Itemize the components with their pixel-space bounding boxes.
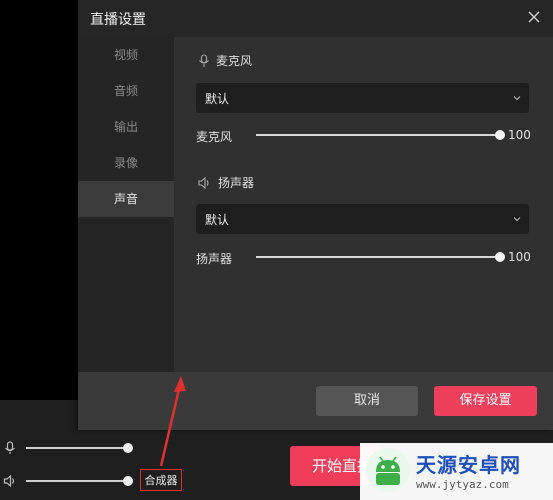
speaker-volume-slider[interactable] [26, 476, 133, 486]
microphone-icon[interactable] [3, 441, 17, 455]
speaker-device-select[interactable]: 默认 [196, 204, 529, 234]
speaker-volume-slider[interactable] [256, 252, 505, 262]
sidebar-item-video[interactable]: 视频 [78, 37, 174, 73]
watermark: 天源安卓网 www.jytyaz.com [360, 443, 553, 500]
cancel-button[interactable]: 取消 [316, 386, 418, 416]
save-settings-button[interactable]: 保存设置 [434, 386, 537, 416]
mic-volume-label: 麦克风 [196, 130, 233, 144]
speaker-section-label: 扬声器 [218, 176, 255, 190]
mic-section-label: 麦克风 [216, 54, 253, 68]
mic-device-value: 默认 [205, 92, 230, 106]
mic-section-title: 麦克风 [198, 52, 252, 69]
speaker-icon [198, 176, 209, 189]
slider-knob[interactable] [495, 252, 505, 262]
live-settings-dialog: 直播设置 视频 音频 输出 录像 声音 麦克风 默认 麦克风 100 扬声器 默… [78, 0, 553, 430]
watermark-name: 天源安卓网 [416, 453, 521, 477]
chevron-down-icon [513, 217, 521, 222]
speaker-icon[interactable] [3, 474, 17, 488]
mic-volume-slider[interactable] [256, 130, 505, 140]
slider-knob[interactable] [495, 130, 505, 140]
chevron-down-icon [513, 96, 521, 101]
sidebar-item-recording[interactable]: 录像 [78, 145, 174, 181]
close-icon[interactable] [527, 10, 541, 24]
video-preview-area [0, 0, 78, 400]
speaker-volume-value: 100 [508, 250, 531, 264]
settings-sidebar: 视频 音频 输出 录像 声音 [78, 37, 174, 372]
microphone-icon [199, 53, 209, 67]
sidebar-item-audio[interactable]: 音频 [78, 73, 174, 109]
sound-settings-panel: 麦克风 默认 麦克风 100 扬声器 默认 扬声器 100 [174, 37, 553, 372]
speaker-volume-label: 扬声器 [196, 252, 233, 266]
android-logo-icon [366, 448, 410, 492]
watermark-url: www.jytyaz.com [416, 478, 509, 491]
mic-device-select[interactable]: 默认 [196, 83, 529, 113]
sidebar-item-output[interactable]: 输出 [78, 109, 174, 145]
dialog-title: 直播设置 [90, 12, 146, 28]
speaker-device-value: 默认 [205, 213, 230, 227]
dialog-header: 直播设置 [78, 0, 553, 37]
speaker-section-title: 扬声器 [198, 174, 254, 191]
slider-knob[interactable] [123, 443, 133, 453]
mixer-button[interactable]: 合成器 [140, 469, 182, 491]
dialog-footer: 取消 保存设置 [78, 372, 553, 430]
slider-knob[interactable] [123, 476, 133, 486]
mic-volume-value: 100 [508, 128, 531, 142]
sidebar-item-sound[interactable]: 声音 [78, 181, 174, 217]
mic-volume-slider[interactable] [26, 443, 133, 453]
